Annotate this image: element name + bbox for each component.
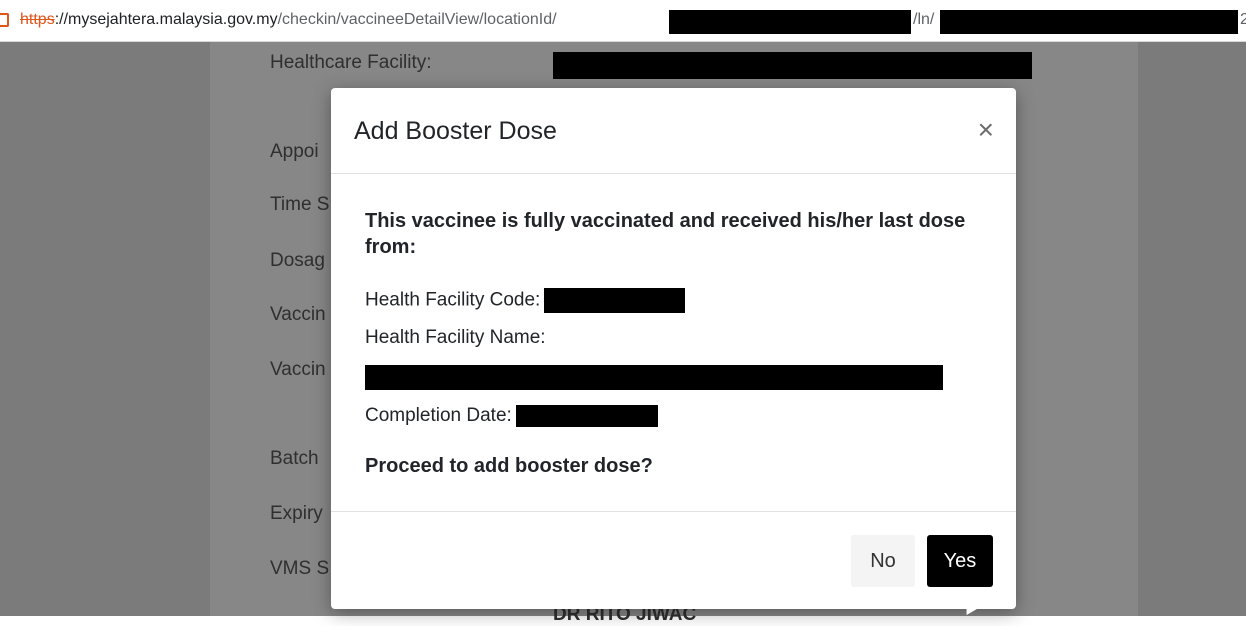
bg-label: VMS S — [270, 558, 330, 579]
url-segment-ln: /ln/ — [913, 11, 935, 28]
vaccination-message: This vaccinee is fully vaccinated and re… — [365, 210, 966, 258]
close-icon[interactable]: × — [978, 116, 994, 144]
url-redaction — [940, 10, 1238, 34]
modal-body: This vaccinee is fully vaccinated and re… — [365, 208, 985, 477]
url-host: ://mysejahtera.malaysia.gov.my — [54, 11, 278, 28]
bg-label: Batch — [270, 448, 319, 469]
add-booster-dose-modal: Add Booster Dose × This vaccinee is full… — [331, 88, 1016, 609]
modal-header: Add Booster Dose × — [331, 88, 1016, 174]
completion-date-label: Completion Date: — [365, 405, 512, 426]
health-facility-code-label: Health Facility Code: — [365, 289, 541, 311]
url-scheme: https — [20, 11, 55, 28]
bg-label: Expiry — [270, 503, 323, 524]
insecure-lock-icon[interactable] — [0, 13, 9, 27]
address-bar[interactable]: https://mysejahtera.malaysia.gov.my/chec… — [0, 0, 1246, 42]
code-redaction — [544, 288, 686, 313]
bg-label: Vaccin — [270, 359, 326, 380]
date-redaction — [515, 404, 658, 427]
modal-footer: No Yes — [331, 511, 1016, 609]
name-redaction — [365, 365, 943, 390]
health-facility-name-label: Health Facility Name: — [365, 327, 546, 348]
bg-label: Appoi — [270, 141, 319, 162]
bg-redaction — [553, 52, 1032, 79]
url-path: /checkin/vaccineeDetailView/locationId/ — [277, 11, 557, 28]
no-button[interactable]: No — [851, 535, 915, 587]
modal-title: Add Booster Dose — [354, 117, 557, 145]
yes-button[interactable]: Yes — [927, 535, 993, 587]
bg-label: Time S — [270, 194, 330, 215]
url-tail: 2 — [1240, 11, 1246, 28]
proceed-question: Proceed to add booster dose? — [365, 455, 653, 477]
url-text[interactable]: https://mysejahtera.malaysia.gov.my/chec… — [20, 11, 557, 29]
completion-date-row: Completion Date: — [365, 404, 658, 428]
url-redaction — [669, 10, 911, 34]
bg-label-healthcare-facility: Healthcare Facility: — [270, 52, 432, 73]
health-facility-code-row: Health Facility Code: — [365, 288, 686, 313]
bg-label: Dosag — [270, 250, 325, 271]
bg-label: Vaccin — [270, 304, 326, 325]
